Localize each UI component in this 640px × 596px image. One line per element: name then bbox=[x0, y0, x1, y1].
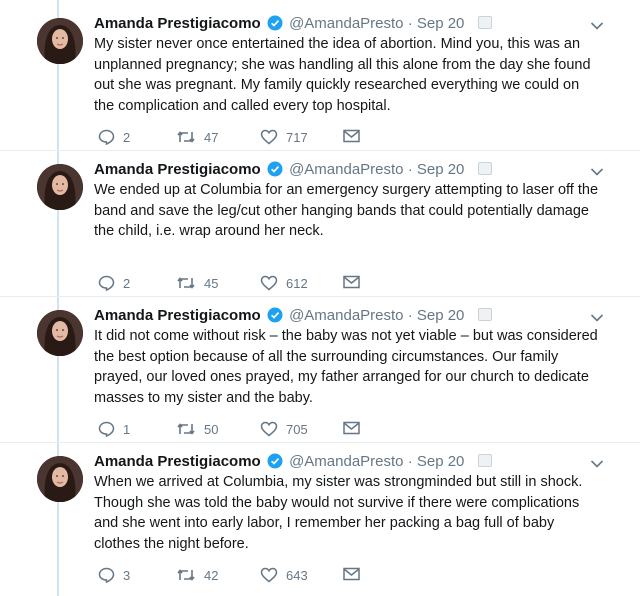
like-count: 717 bbox=[286, 129, 308, 145]
tweet[interactable]: Amanda Prestigiacomo @AmandaPresto · Sep… bbox=[0, 4, 640, 151]
tweet-date[interactable]: Sep 20 bbox=[417, 161, 465, 178]
reply-button[interactable]: 2 bbox=[98, 275, 130, 291]
retweet-icon bbox=[176, 421, 204, 437]
separator-dot: · bbox=[407, 453, 413, 470]
author-name[interactable]: Amanda Prestigiacomo bbox=[94, 15, 261, 32]
reply-count: 1 bbox=[123, 421, 131, 437]
like-button[interactable]: 717 bbox=[260, 129, 308, 145]
avatar[interactable] bbox=[37, 456, 83, 502]
tweet-date[interactable]: Sep 20 bbox=[417, 307, 465, 324]
envelope-icon bbox=[343, 129, 368, 143]
reply-button[interactable]: 3 bbox=[98, 567, 130, 583]
retweet-count: 45 bbox=[204, 275, 219, 291]
heart-icon bbox=[260, 275, 286, 291]
separator-dot: · bbox=[407, 161, 413, 178]
media-badge-icon bbox=[477, 162, 492, 175]
retweet-count: 42 bbox=[204, 567, 219, 583]
reply-count: 2 bbox=[123, 129, 131, 145]
author-name[interactable]: Amanda Prestigiacomo bbox=[94, 453, 261, 470]
tweet[interactable]: Amanda Prestigiacomo @AmandaPresto · Sep… bbox=[0, 296, 640, 443]
envelope-icon bbox=[343, 275, 368, 289]
message-button[interactable] bbox=[343, 421, 368, 435]
media-badge-icon bbox=[477, 308, 492, 321]
heart-icon bbox=[260, 129, 286, 145]
like-button[interactable]: 643 bbox=[260, 567, 308, 583]
reply-count: 2 bbox=[123, 275, 131, 291]
retweet-button[interactable]: 50 bbox=[176, 421, 218, 437]
tweet-text: We ended up at Columbia for an emergency… bbox=[94, 182, 599, 240]
author-handle[interactable]: @AmandaPresto bbox=[289, 307, 403, 324]
envelope-icon bbox=[343, 421, 368, 435]
message-button[interactable] bbox=[343, 129, 368, 143]
reply-icon bbox=[98, 421, 123, 437]
avatar[interactable] bbox=[37, 310, 83, 356]
reply-icon bbox=[98, 275, 123, 291]
like-count: 612 bbox=[286, 275, 308, 291]
tweet-date[interactable]: Sep 20 bbox=[417, 453, 465, 470]
avatar[interactable] bbox=[37, 164, 83, 210]
retweet-button[interactable]: 42 bbox=[176, 567, 218, 583]
retweet-count: 50 bbox=[204, 421, 219, 437]
reply-button[interactable]: 1 bbox=[98, 421, 130, 437]
tweet-header: Amanda Prestigiacomo @AmandaPresto · Sep… bbox=[94, 452, 492, 472]
like-button[interactable]: 612 bbox=[260, 275, 308, 291]
tweet-header: Amanda Prestigiacomo @AmandaPresto · Sep… bbox=[94, 160, 492, 180]
media-badge-icon bbox=[477, 16, 492, 29]
author-handle[interactable]: @AmandaPresto bbox=[289, 15, 403, 32]
author-handle[interactable]: @AmandaPresto bbox=[289, 453, 403, 470]
envelope-icon bbox=[343, 567, 368, 581]
retweet-icon bbox=[176, 567, 204, 583]
tweet-header: Amanda Prestigiacomo @AmandaPresto · Sep… bbox=[94, 306, 492, 326]
message-button[interactable] bbox=[343, 567, 368, 581]
separator-dot: · bbox=[407, 15, 413, 32]
tweet-header: Amanda Prestigiacomo @AmandaPresto · Sep… bbox=[94, 14, 492, 34]
tweet-text: It did not come without risk – the baby … bbox=[94, 328, 598, 407]
message-button[interactable] bbox=[343, 275, 368, 289]
author-handle[interactable]: @AmandaPresto bbox=[289, 161, 403, 178]
author-name[interactable]: Amanda Prestigiacomo bbox=[94, 307, 261, 324]
tweet[interactable]: Amanda Prestigiacomo @AmandaPresto · Sep… bbox=[0, 442, 640, 588]
heart-icon bbox=[260, 421, 286, 437]
retweet-icon bbox=[176, 275, 204, 291]
avatar[interactable] bbox=[37, 18, 83, 64]
heart-icon bbox=[260, 567, 286, 583]
tweet[interactable]: Amanda Prestigiacomo @AmandaPresto · Sep… bbox=[0, 150, 640, 297]
retweet-icon bbox=[176, 129, 204, 145]
retweet-count: 47 bbox=[204, 129, 219, 145]
like-button[interactable]: 705 bbox=[260, 421, 308, 437]
retweet-button[interactable]: 45 bbox=[176, 275, 218, 291]
retweet-button[interactable]: 47 bbox=[176, 129, 218, 145]
like-count: 643 bbox=[286, 567, 308, 583]
like-count: 705 bbox=[286, 421, 308, 437]
reply-button[interactable]: 2 bbox=[98, 129, 130, 145]
tweet-date[interactable]: Sep 20 bbox=[417, 15, 465, 32]
tweet-text: My sister never once entertained the ide… bbox=[94, 36, 591, 115]
separator-dot: · bbox=[407, 307, 413, 324]
media-badge-icon bbox=[477, 454, 492, 467]
author-name[interactable]: Amanda Prestigiacomo bbox=[94, 161, 261, 178]
reply-icon bbox=[98, 567, 123, 583]
reply-count: 3 bbox=[123, 567, 131, 583]
reply-icon bbox=[98, 129, 123, 145]
tweet-text: When we arrived at Columbia, my sister w… bbox=[94, 474, 583, 553]
